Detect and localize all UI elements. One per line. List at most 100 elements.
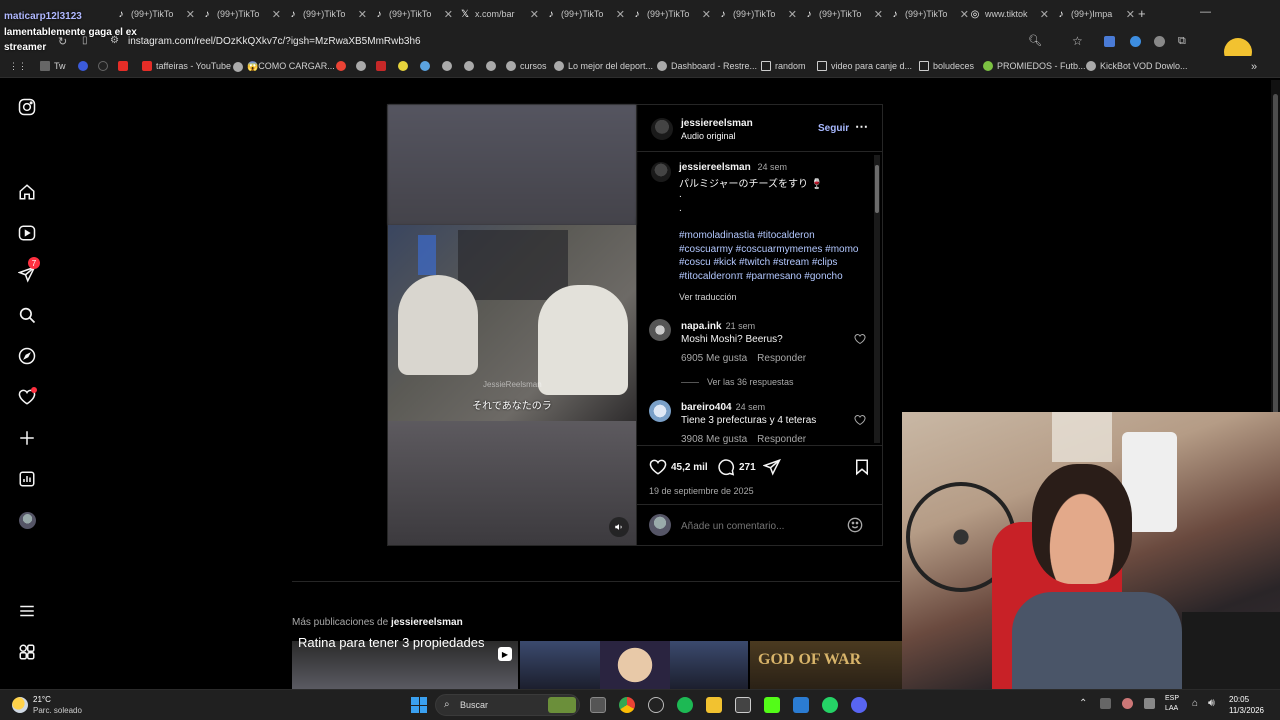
caption-username[interactable]: jessiereelsman <box>679 162 751 173</box>
close-icon[interactable]: ✕ <box>782 8 797 21</box>
browser-tab[interactable]: ♪ (99+)TikTo ✕ <box>889 4 970 24</box>
view-replies-link[interactable]: Ver las 36 respuestas <box>681 377 794 387</box>
tray-icon[interactable] <box>1144 698 1155 709</box>
instagram-logo-icon[interactable] <box>16 96 38 118</box>
close-icon[interactable]: ✕ <box>610 8 625 21</box>
share-icon[interactable] <box>763 458 781 476</box>
apps-icon[interactable]: ⋮⋮ <box>9 61 27 72</box>
emoji-icon[interactable] <box>847 517 863 533</box>
see-translation-link[interactable]: Ver traducción <box>679 292 737 302</box>
close-icon[interactable]: ✕ <box>696 8 711 21</box>
bookmark-folder[interactable]: boludeces <box>919 61 974 71</box>
browser-tab[interactable]: ♪ (99+)TikTo ✕ <box>803 4 884 24</box>
close-icon[interactable]: ✕ <box>352 8 367 21</box>
post-thumbnail[interactable] <box>520 641 748 689</box>
commenter-avatar[interactable] <box>649 319 671 341</box>
home-icon[interactable] <box>16 181 38 203</box>
tray-icon[interactable] <box>1122 698 1133 709</box>
whatsapp-icon[interactable] <box>822 697 838 713</box>
mute-button[interactable] <box>609 517 629 537</box>
caption-avatar[interactable] <box>651 162 671 182</box>
bookmark-folder[interactable]: video para canje d... <box>817 61 912 71</box>
bookmark-item[interactable]: KickBot VOD Dowlo... <box>1086 61 1188 71</box>
extension-icon[interactable] <box>1104 36 1115 47</box>
also-from-meta-icon[interactable] <box>16 641 38 663</box>
like-comment-icon[interactable] <box>854 414 866 426</box>
reply-button[interactable]: Responder <box>757 434 806 445</box>
browser-tab[interactable]: ♪ (99+)Impa ✕ <box>1055 4 1136 24</box>
close-icon[interactable]: ✕ <box>954 8 969 21</box>
close-icon[interactable]: ✕ <box>524 8 539 21</box>
store-icon[interactable] <box>735 697 751 713</box>
caption-hashtags[interactable]: #momoladinastia #titocalderon #coscuarmy… <box>679 229 864 283</box>
create-icon[interactable] <box>16 427 38 449</box>
bookmark-item[interactable]: cursos <box>506 61 547 71</box>
task-view-icon[interactable] <box>590 697 606 713</box>
minimize-button[interactable]: — <box>1200 6 1211 18</box>
bookmark-item[interactable]: Lo mejor del deport... <box>554 61 653 71</box>
weather-icon[interactable] <box>12 697 28 713</box>
bookmark-item[interactable] <box>356 61 370 71</box>
github-icon[interactable] <box>648 697 664 713</box>
bookmark-item[interactable] <box>464 61 478 71</box>
browser-tab[interactable]: ♪ (99+)TikTo ✕ <box>287 4 368 24</box>
comments-scrollbar[interactable] <box>874 155 880 443</box>
comment-username[interactable]: bareiro404 <box>681 402 732 413</box>
bookmark-item[interactable] <box>118 61 132 71</box>
browser-tab[interactable]: ◎ www.tiktok ✕ <box>969 4 1049 24</box>
discord-icon[interactable] <box>851 697 867 713</box>
dashboard-icon[interactable] <box>16 468 38 490</box>
chrome-icon[interactable] <box>619 697 635 713</box>
extension-icon[interactable] <box>1154 36 1165 47</box>
like-icon[interactable] <box>649 458 667 476</box>
close-icon[interactable]: ✕ <box>266 8 281 21</box>
comment-likes[interactable]: 6905 Me gusta <box>681 353 747 364</box>
reels-icon[interactable] <box>16 222 38 244</box>
post-thumbnail[interactable]: Ratina para tener 3 propiedades ▶ <box>292 635 518 689</box>
bookmark-item[interactable] <box>486 61 500 71</box>
scrollbar-thumb[interactable] <box>875 165 879 213</box>
notifications-heart-icon[interactable] <box>16 386 38 408</box>
bookmark-item[interactable] <box>376 61 390 71</box>
spotify-icon[interactable] <box>677 697 693 713</box>
file-explorer-icon[interactable] <box>706 697 722 713</box>
close-icon[interactable]: ✕ <box>1120 8 1135 21</box>
more-bookmarks-icon[interactable]: » <box>1251 61 1257 73</box>
browser-tab[interactable]: ♪ (99+)TikTo ✕ <box>201 4 282 24</box>
bookmark-star-icon[interactable]: ☆ <box>1072 34 1083 48</box>
profile-avatar[interactable] <box>16 509 38 531</box>
comment-icon[interactable] <box>717 458 735 476</box>
like-comment-icon[interactable] <box>854 333 866 345</box>
menu-icon[interactable] <box>16 600 38 622</box>
more-options-icon[interactable]: ⋯ <box>855 119 868 135</box>
bookmark-item[interactable] <box>78 61 92 71</box>
start-windows-icon[interactable] <box>411 697 427 713</box>
like-count[interactable]: 45,2 mil <box>671 462 708 473</box>
bookmark-item[interactable]: Dashboard - Restre... <box>657 61 757 71</box>
comment-likes[interactable]: 3908 Me gusta <box>681 434 747 445</box>
more-posts-author[interactable]: jessiereelsman <box>391 617 463 628</box>
bookmark-item[interactable] <box>420 61 434 71</box>
language-code[interactable]: ESP <box>1165 695 1179 702</box>
notepad-icon[interactable] <box>793 697 809 713</box>
new-tab-button[interactable]: + <box>1138 6 1146 21</box>
follow-button[interactable]: Seguir <box>818 123 849 134</box>
browser-tab[interactable]: ♪ (99+)TikTo ✕ <box>373 4 454 24</box>
bookmark-item[interactable]: Tw <box>40 61 66 71</box>
author-username[interactable]: jessiereelsman <box>681 118 753 129</box>
close-icon[interactable]: ✕ <box>438 8 453 21</box>
close-icon[interactable]: ✕ <box>1034 8 1049 21</box>
browser-tab[interactable]: ♪ (99+)TikTo ✕ <box>545 4 626 24</box>
comment-username[interactable]: napa.ink <box>681 321 722 332</box>
explore-icon[interactable] <box>16 345 38 367</box>
tray-icon[interactable] <box>1100 698 1111 709</box>
author-avatar[interactable] <box>651 118 673 140</box>
browser-tab[interactable]: 𝕏x.com/bar ✕ <box>459 4 539 24</box>
extensions-puzzle-icon[interactable]: ⧉ <box>1178 35 1186 48</box>
browser-tab[interactable]: ♪ (99+)TikTo ✕ <box>717 4 798 24</box>
audio-label[interactable]: Audio original <box>681 131 736 141</box>
bookmark-item[interactable] <box>442 61 456 71</box>
reel-video[interactable]: JessieReelsman それであなたのラ <box>388 105 636 545</box>
browser-tab[interactable]: ♪ (99+)TikTo ✕ <box>631 4 712 24</box>
bookmark-item[interactable]: PROMIEDOS - Futb... <box>983 61 1086 71</box>
